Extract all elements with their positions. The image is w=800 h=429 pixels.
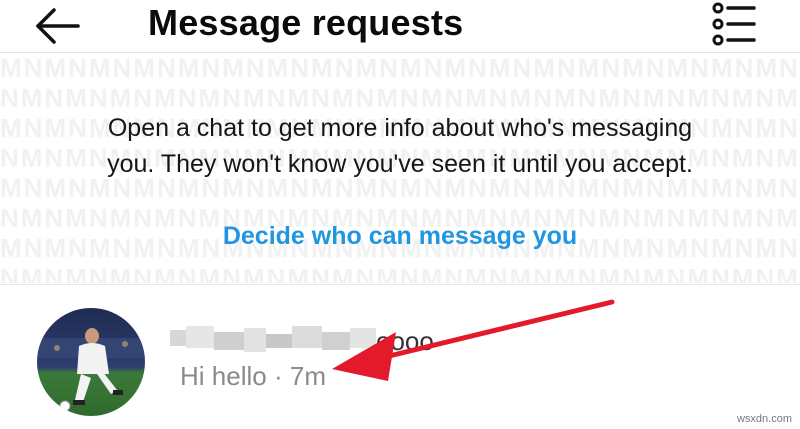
avatar-photo — [37, 308, 145, 416]
watermark-text: wsxdn.com — [736, 413, 792, 425]
arrow-left-icon — [36, 8, 80, 44]
decide-who-can-message-link[interactable]: Decide who can message you — [0, 222, 800, 251]
filter-list-icon — [712, 2, 756, 46]
top-app-bar: Message requests — [0, 0, 800, 50]
message-request-item[interactable]: oooo Hi hello · 7m — [0, 290, 800, 429]
preview-separator: · — [273, 361, 283, 391]
filter-button[interactable] — [708, 2, 758, 46]
message-requests-info: Open a chat to get more info about who's… — [107, 114, 693, 178]
avatar[interactable] — [37, 308, 145, 416]
page-title: Message requests — [148, 2, 464, 43]
section-divider — [0, 284, 800, 285]
sender-name-suffix: oooo — [376, 326, 434, 356]
sender-name-redacted — [170, 326, 376, 352]
message-preview: Hi hello · 7m — [180, 361, 326, 392]
message-time: 7m — [289, 361, 326, 391]
back-button[interactable] — [32, 6, 82, 46]
preview-text: Hi hello — [180, 361, 267, 391]
